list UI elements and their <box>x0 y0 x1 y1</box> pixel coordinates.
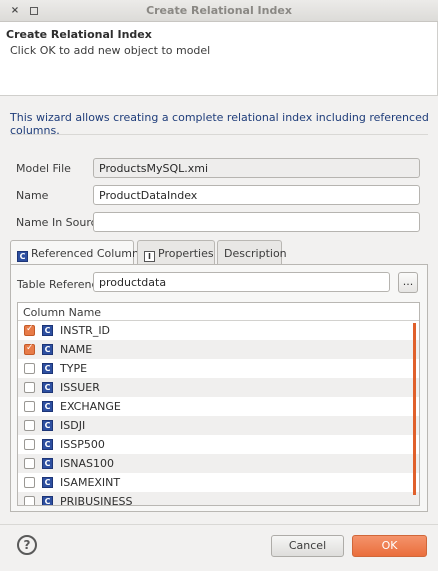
column-checkbox[interactable] <box>24 401 35 412</box>
column-icon: C <box>42 344 53 355</box>
browse-table-button[interactable]: ... <box>398 272 418 293</box>
help-icon[interactable]: ? <box>17 535 37 555</box>
column-checkbox[interactable] <box>24 382 35 393</box>
tab-label: Description <box>224 247 287 260</box>
table-reference-field: productdata <box>93 272 390 292</box>
column-name: ISAMEXINT <box>60 476 121 489</box>
tab-referenced-columns[interactable]: C Referenced Columns <box>10 240 145 265</box>
column-icon: C <box>42 325 53 336</box>
name-label: Name <box>16 189 49 202</box>
column-name: NAME <box>60 343 93 356</box>
column-name: ISSUER <box>60 381 100 394</box>
table-row[interactable]: C EXCHANGE <box>18 397 419 416</box>
table-row[interactable]: C ISDJI <box>18 416 419 435</box>
tab-label: Referenced Columns <box>31 247 145 260</box>
column-name: TYPE <box>60 362 88 375</box>
column-icon: C <box>42 420 53 431</box>
column-checkbox[interactable] <box>24 363 35 374</box>
name-in-source-input[interactable] <box>93 212 420 232</box>
column-name: PRIBUSINESS <box>60 495 133 506</box>
table-row[interactable]: C PRIBUSINESS <box>18 492 419 506</box>
tab-label: Properties <box>158 247 214 260</box>
ok-button[interactable]: OK <box>352 535 427 557</box>
column-name-header[interactable]: Column Name <box>18 303 419 321</box>
window-title: Create Relational Index <box>146 4 292 17</box>
column-checkbox[interactable] <box>24 477 35 488</box>
column-icon: C <box>42 458 53 469</box>
column-name: ISDJI <box>60 419 86 432</box>
table-row[interactable]: C INSTR_ID <box>18 321 419 340</box>
table-row[interactable]: C TYPE <box>18 359 419 378</box>
column-icon: C <box>42 439 53 450</box>
column-checkbox[interactable] <box>24 439 35 450</box>
model-file-label: Model File <box>16 162 71 175</box>
column-name: EXCHANGE <box>60 400 121 413</box>
columns-table: Column Name CINSTR_IDCNAMECTYPECISSUERCE… <box>17 302 420 506</box>
table-row[interactable]: C ISSUER <box>18 378 419 397</box>
model-file-field: ProductsMySQL.xmi <box>93 158 420 178</box>
column-icon: C <box>42 363 53 374</box>
table-reference-label: Table Reference <box>17 278 105 291</box>
column-checkbox[interactable] <box>24 496 35 505</box>
tab-description[interactable]: Description <box>217 240 287 264</box>
column-icon: C <box>17 251 28 262</box>
wizard-message: Click OK to add new object to model <box>10 44 211 57</box>
column-icon: C <box>42 496 53 505</box>
name-in-source-label: Name In Source <box>16 216 104 229</box>
divider <box>10 134 428 135</box>
tab-properties[interactable]: I Properties <box>137 240 215 264</box>
scrollbar-thumb[interactable] <box>413 323 416 495</box>
column-checkbox[interactable] <box>24 420 35 431</box>
wizard-header: Create Relational Index Click OK to add … <box>0 22 438 96</box>
column-checkbox[interactable] <box>24 343 35 355</box>
column-icon: C <box>42 401 53 412</box>
window-titlebar: × Create Relational Index <box>0 0 438 22</box>
footer-divider <box>0 524 438 525</box>
table-row[interactable]: C NAME <box>18 340 419 359</box>
column-checkbox[interactable] <box>24 324 35 336</box>
table-row[interactable]: C ISNAS100 <box>18 454 419 473</box>
table-row[interactable]: C ISAMEXINT <box>18 473 419 492</box>
column-icon: C <box>42 382 53 393</box>
name-input[interactable]: ProductDataIndex <box>93 185 420 205</box>
wizard-title: Create Relational Index <box>6 28 152 41</box>
column-name: ISNAS100 <box>60 457 114 470</box>
properties-icon: I <box>144 251 155 262</box>
table-row[interactable]: C ISSP500 <box>18 435 419 454</box>
column-icon: C <box>42 477 53 488</box>
column-checkbox[interactable] <box>24 458 35 469</box>
column-name: INSTR_ID <box>60 324 111 337</box>
cancel-button[interactable]: Cancel <box>271 535 344 557</box>
column-name: ISSP500 <box>60 438 105 451</box>
